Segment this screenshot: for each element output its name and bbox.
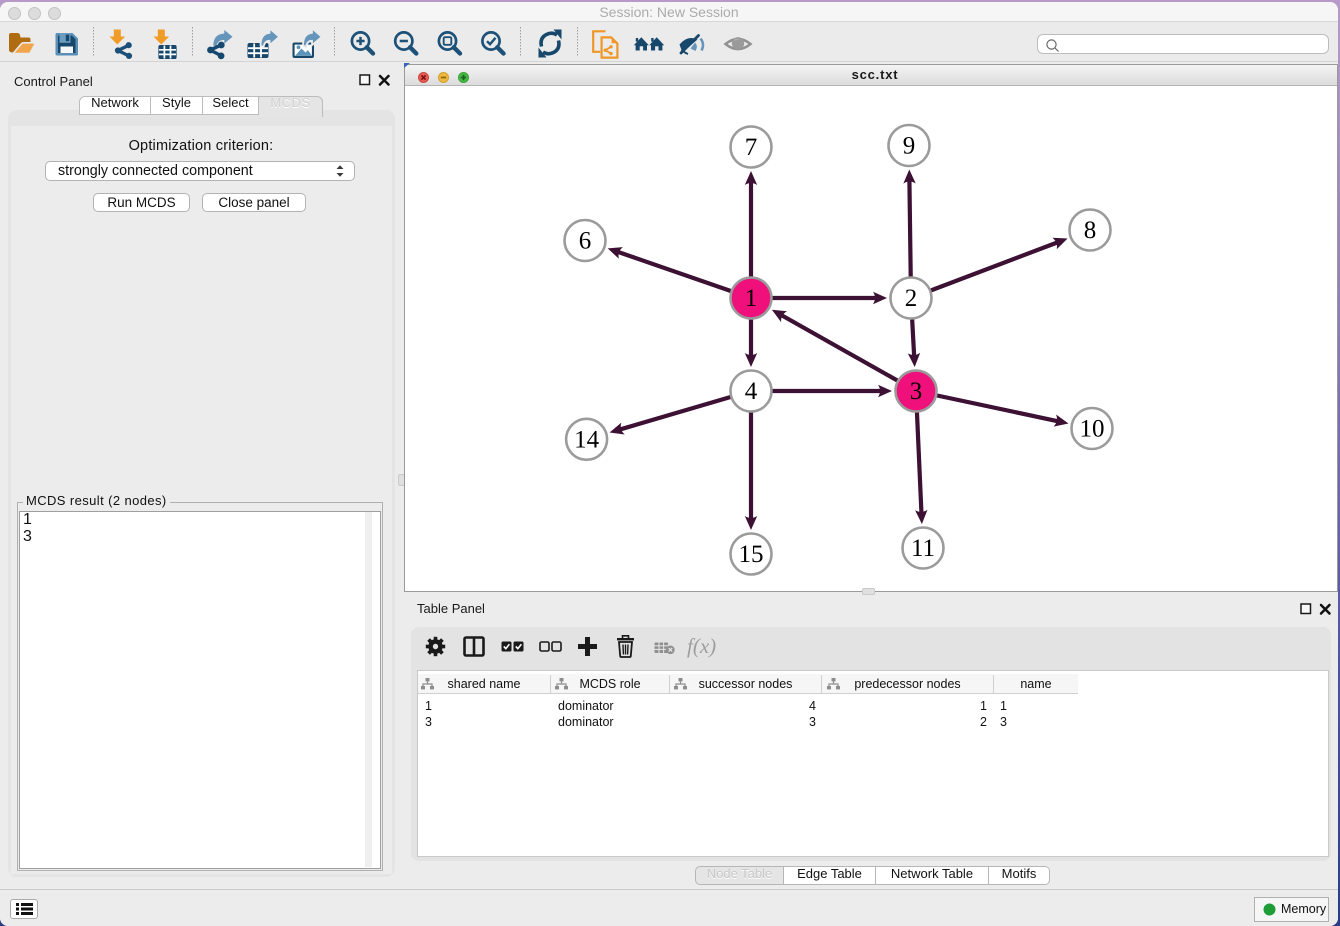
svg-text:1: 1 (745, 285, 758, 312)
svg-text:6: 6 (579, 228, 592, 255)
svg-text:15: 15 (739, 541, 764, 568)
svg-text:3: 3 (910, 378, 923, 405)
svg-text:8: 8 (1084, 217, 1097, 244)
svg-text:4: 4 (745, 378, 758, 405)
svg-text:2: 2 (905, 285, 918, 312)
svg-text:9: 9 (903, 133, 916, 160)
svg-text:11: 11 (911, 535, 935, 562)
svg-text:10: 10 (1080, 416, 1105, 443)
svg-text:14: 14 (574, 426, 600, 453)
svg-text:7: 7 (745, 134, 758, 161)
